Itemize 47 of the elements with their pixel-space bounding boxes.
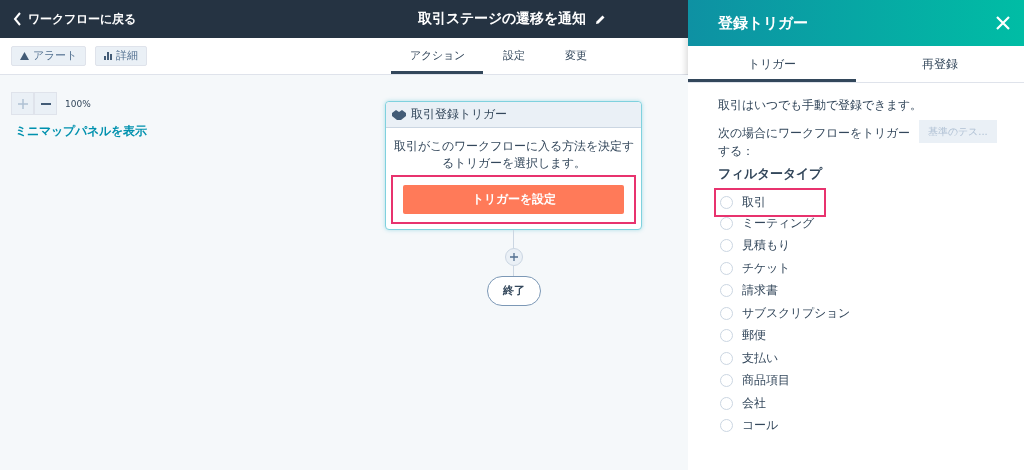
filter-option[interactable]: 支払い — [718, 347, 908, 370]
filter-type-heading: フィルタータイプ — [718, 166, 824, 183]
radio-button[interactable] — [720, 261, 733, 275]
radio-button[interactable] — [720, 284, 733, 298]
radio-button[interactable] — [720, 196, 733, 209]
tab[interactable]: トリガー — [688, 46, 856, 82]
filter-option[interactable]: 会社 — [718, 392, 908, 415]
tab[interactable]: 設定 — [483, 38, 545, 74]
card-title: 取引登録トリガー — [411, 106, 507, 123]
radio-button[interactable] — [720, 239, 733, 253]
workflow-title: 取引ステージの遷移を通知 — [418, 10, 586, 28]
plus-icon — [509, 252, 518, 261]
toolbar-button[interactable]: アラート — [11, 46, 86, 66]
radio-button[interactable] — [720, 396, 733, 410]
tab[interactable]: 再登録 — [856, 46, 1024, 82]
filter-option[interactable]: チケット — [718, 257, 908, 280]
bar-chart-icon — [104, 52, 112, 60]
card-description: 取引がこのワークフローに入る方法を決定するトリガーを選択します。 — [392, 138, 635, 173]
back-link[interactable]: ワークフローに戻る — [13, 10, 136, 28]
chevron-left-icon — [13, 12, 22, 26]
filter-option[interactable]: サブスクリプション — [718, 302, 908, 325]
minimap-link[interactable]: ミニマップパネルを表示 — [15, 123, 147, 140]
radio-button[interactable] — [720, 419, 733, 433]
tab[interactable]: 変更 — [545, 38, 607, 74]
filter-option[interactable]: 見積もり — [718, 234, 908, 257]
add-step-button[interactable] — [504, 247, 523, 266]
panel-title: 登録トリガー — [718, 13, 808, 33]
close-icon — [996, 16, 1010, 30]
pencil-icon — [595, 13, 606, 25]
filter-option[interactable]: 取引 — [714, 188, 826, 217]
end-node: 終了 — [486, 275, 541, 306]
filter-option[interactable]: 請求書 — [718, 279, 908, 302]
trigger-condition-text: 次の場合にワークフローをトリガーする： — [718, 125, 911, 160]
plus-icon — [17, 98, 28, 109]
warning-icon — [20, 52, 29, 60]
zoom-out-button[interactable] — [34, 92, 57, 115]
zoom-level: 100% — [65, 98, 91, 109]
panel-note: 取引はいつでも手動で登録できます。 — [718, 97, 923, 114]
close-button[interactable] — [994, 14, 1012, 32]
filter-option[interactable]: コール — [718, 414, 908, 437]
toolbar-button[interactable]: 詳細 — [95, 46, 147, 66]
filter-option[interactable]: 商品項目 — [718, 369, 908, 392]
radio-button[interactable] — [720, 329, 733, 343]
radio-button[interactable] — [720, 306, 733, 320]
filter-option[interactable]: 郵便 — [718, 324, 908, 347]
radio-button[interactable] — [720, 351, 733, 365]
radio-button[interactable] — [720, 374, 733, 388]
